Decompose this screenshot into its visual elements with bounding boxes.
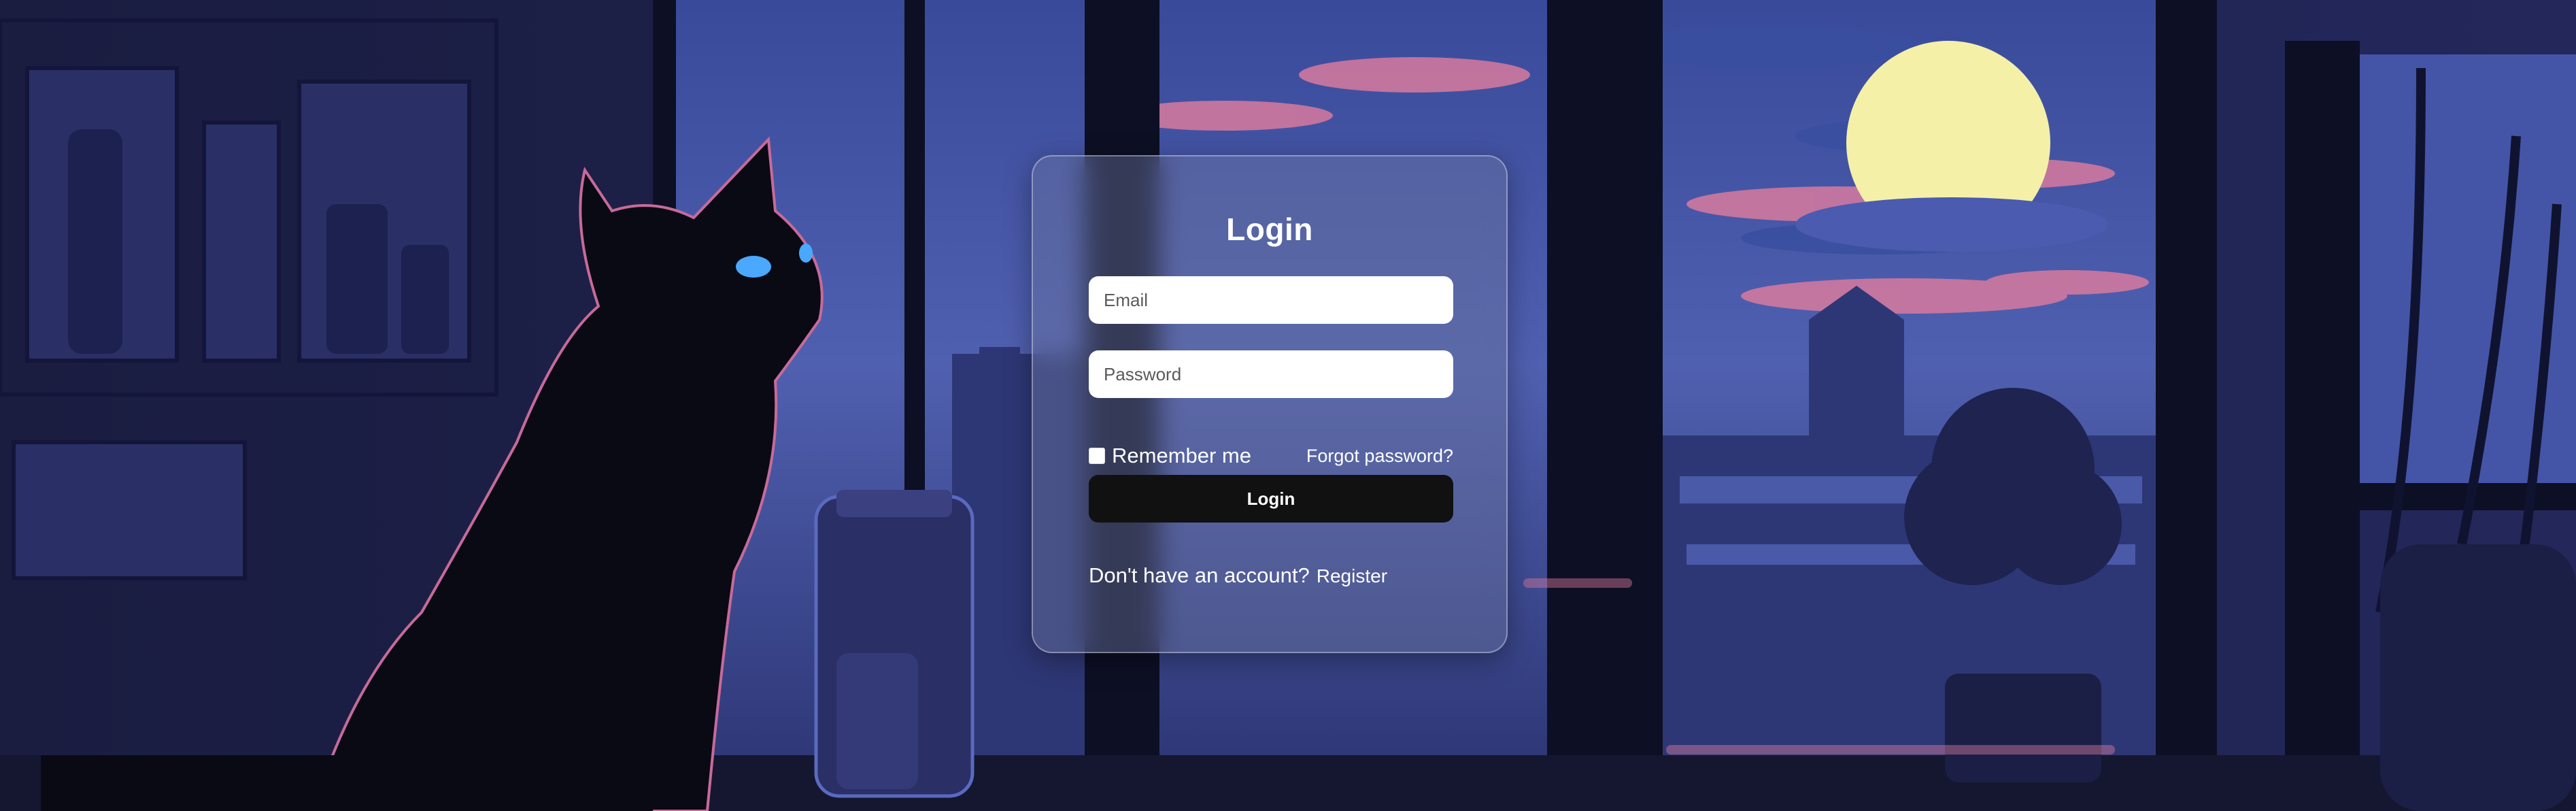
remember-me-checkbox[interactable] (1089, 448, 1105, 464)
remember-me-label: Remember me (1112, 444, 1251, 467)
register-link[interactable]: Register (1317, 565, 1387, 587)
email-input[interactable] (1089, 276, 1453, 324)
login-button[interactable]: Login (1089, 475, 1453, 523)
jar-icon (814, 490, 975, 798)
options-row: Remember me Forgot password? (1089, 439, 1453, 473)
password-input[interactable] (1089, 350, 1453, 398)
no-account-text: Don't have an account? (1089, 563, 1310, 587)
login-title: Login (1226, 212, 1313, 247)
remember-me[interactable]: Remember me (1089, 444, 1251, 468)
register-row: Don't have an account? Register (1089, 563, 1470, 588)
login-card: Login Remember me Forgot password? Login… (1032, 155, 1508, 653)
forgot-password-link[interactable]: Forgot password? (1306, 446, 1453, 467)
